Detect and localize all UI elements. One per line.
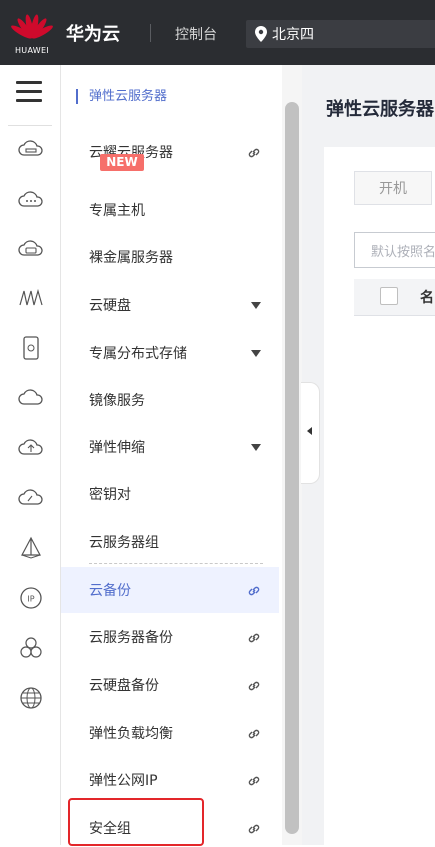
menu-title-ecs[interactable]: 弹性云服务器 — [89, 85, 167, 104]
search-placeholder: 默认按照名 — [371, 245, 435, 260]
column-header-name[interactable]: 名 — [420, 287, 434, 307]
brand-name[interactable]: 华为云 — [66, 20, 120, 46]
external-link-icon — [248, 681, 260, 691]
menu-item-as[interactable]: 弹性伸缩 — [61, 424, 279, 470]
menu-item-dedicated-host[interactable]: 专属主机 — [61, 187, 279, 233]
console-link[interactable]: 控制台 — [175, 24, 217, 44]
logo-text: HUAWEI — [14, 46, 50, 55]
chevron-down-icon — [251, 350, 261, 357]
menu-item-label: 云服务器备份 — [89, 630, 173, 646]
menu-item-disk-backup[interactable]: 云硬盘备份 — [61, 662, 279, 708]
hexagon-cluster-icon[interactable] — [18, 635, 44, 661]
menu-item-label: 云硬盘 — [89, 298, 131, 314]
cloud-server-icon[interactable] — [18, 137, 44, 163]
menu-item-ims[interactable]: 镜像服务 — [61, 377, 279, 423]
location-pin-icon — [255, 26, 267, 42]
menu-item-label: 裸金属服务器 — [89, 250, 173, 266]
menu-item-label: 专属分布式存储 — [89, 346, 187, 362]
start-button[interactable]: 开机 — [354, 171, 432, 205]
network-wave-icon[interactable] — [18, 285, 44, 311]
cloud-dots-icon[interactable] — [18, 187, 44, 213]
service-menu: 弹性云服务器 云耀云服务器 NEW 专属主机 裸金属服务器 云硬盘 专属分布式存… — [61, 65, 281, 845]
external-link-icon — [248, 729, 260, 739]
top-header: HUAWEI 华为云 控制台 北京四 — [0, 0, 435, 65]
menu-item-label: 云服务器组 — [89, 535, 159, 551]
menu-item-label: 弹性负载均衡 — [89, 726, 173, 742]
menu-item-flexus[interactable]: 云耀云服务器 — [61, 129, 279, 175]
external-link-icon — [248, 586, 260, 596]
security-group-highlight — [68, 798, 204, 846]
tent-icon[interactable] — [18, 535, 44, 561]
menu-item-label: 弹性公网IP — [89, 773, 158, 789]
cloud-disk-icon[interactable] — [18, 237, 44, 263]
menu-item-eip[interactable]: 弹性公网IP — [61, 757, 279, 803]
service-icon-rail: IP — [0, 65, 61, 845]
menu-item-label: 云硬盘备份 — [89, 678, 159, 694]
ip-icon[interactable]: IP — [18, 585, 44, 611]
menu-item-dss[interactable]: 专属分布式存储 — [61, 330, 279, 376]
chevron-down-icon — [251, 302, 261, 309]
huawei-petal-icon — [11, 14, 53, 39]
table-header: 名 — [354, 279, 435, 316]
cloud-upload-icon[interactable] — [18, 435, 44, 461]
menu-item-server-backup[interactable]: 云服务器备份 — [61, 614, 279, 660]
svg-text:IP: IP — [27, 595, 34, 604]
globe-w-icon[interactable] — [18, 685, 44, 711]
menu-item-label: 密钥对 — [89, 487, 131, 503]
menu-item-cbr[interactable]: 云备份 — [61, 567, 279, 613]
menu-item-label: 专属主机 — [89, 203, 145, 219]
menu-item-bms[interactable]: 裸金属服务器 — [61, 234, 279, 280]
rail-divider — [8, 125, 52, 126]
page-title: 弹性云服务器 — [326, 99, 434, 120]
header-divider — [150, 24, 151, 42]
external-link-icon — [248, 824, 260, 834]
content-card: 开机 默认按照名 名 — [324, 147, 435, 847]
select-all-checkbox[interactable] — [380, 287, 398, 305]
menu-dotted-divider — [89, 563, 263, 564]
chevron-down-icon — [251, 444, 261, 451]
region-label: 北京四 — [272, 27, 314, 43]
menu-icon[interactable] — [16, 81, 42, 103]
search-input[interactable]: 默认按照名 — [354, 232, 435, 268]
phone-device-icon[interactable] — [18, 335, 44, 361]
menu-item-keypair[interactable]: 密钥对 — [61, 471, 279, 517]
external-link-icon — [248, 633, 260, 643]
menu-item-evs[interactable]: 云硬盘 — [61, 282, 279, 328]
cloud-outline-icon[interactable] — [18, 385, 44, 411]
chevron-left-icon — [307, 427, 312, 435]
region-selector[interactable]: 北京四 — [246, 20, 435, 48]
new-badge: NEW — [100, 154, 144, 171]
cloud-gauge-icon[interactable] — [18, 485, 44, 511]
main-content: 弹性云服务器 开机 默认按照名 名 — [302, 65, 435, 847]
menu-item-label: 镜像服务 — [89, 393, 145, 409]
menu-active-marker — [76, 89, 78, 104]
menu-item-label: 云备份 — [89, 583, 131, 599]
collapse-sidebar-handle[interactable] — [301, 382, 320, 484]
menu-item-label: 弹性伸缩 — [89, 440, 145, 456]
menu-item-server-group[interactable]: 云服务器组 — [61, 519, 279, 565]
external-link-icon — [248, 776, 260, 786]
menu-item-elb[interactable]: 弹性负载均衡 — [61, 710, 279, 756]
huawei-logo[interactable]: HUAWEI — [10, 12, 54, 58]
menu-scrollbar-thumb[interactable] — [285, 102, 299, 834]
external-link-icon — [248, 148, 260, 158]
